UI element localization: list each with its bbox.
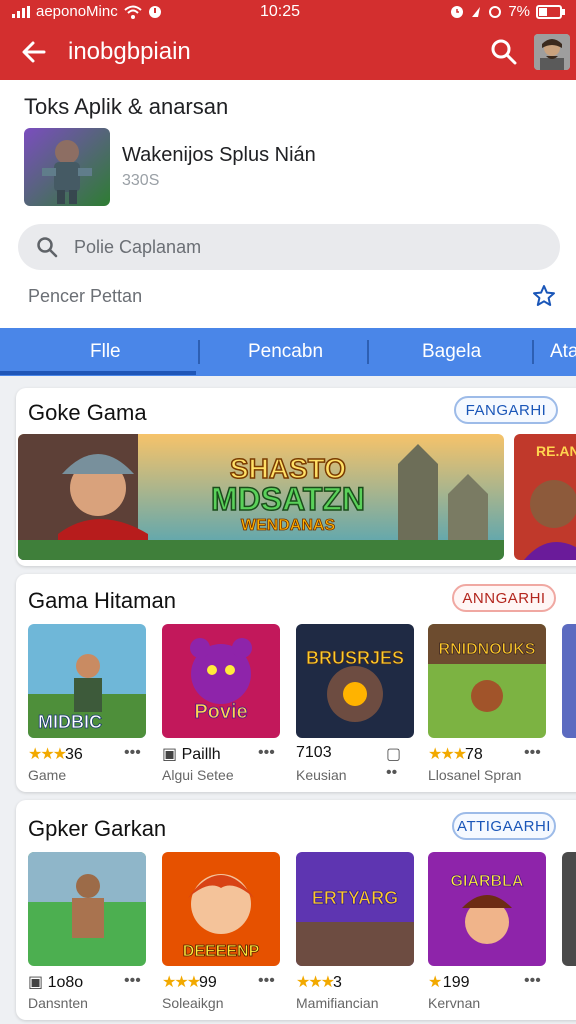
peek-label: RE.AN bbox=[536, 443, 576, 459]
sync-icon bbox=[148, 5, 161, 18]
alarm-icon bbox=[451, 5, 464, 18]
game-genre: Soleaikgn bbox=[162, 995, 224, 1011]
banner-title-line1: SHASTO bbox=[230, 453, 346, 484]
featured-games-card: Goke Gama FANGARHI SHASTO MDSATZN WENDAN… bbox=[16, 388, 576, 566]
search-bar[interactable] bbox=[18, 224, 560, 270]
status-bar: aeponoMinc 10:25 7% bbox=[0, 0, 576, 24]
more-options-icon[interactable]: ▢ •• bbox=[386, 744, 416, 782]
game-thumbnail: DEEEENP bbox=[162, 852, 280, 966]
filter-label[interactable]: Pencer Pettan bbox=[28, 286, 142, 307]
avatar[interactable] bbox=[534, 34, 570, 70]
tag-icon: ▣ bbox=[162, 746, 182, 763]
game-genre: Mamifiancian bbox=[296, 995, 379, 1011]
game-rating: ▣ Paillh bbox=[162, 746, 221, 763]
section-action-button[interactable]: ATTIGAARHI bbox=[452, 812, 556, 840]
stars-icon: ★★★ bbox=[428, 746, 467, 763]
game-rating: ★★★78 bbox=[428, 746, 483, 763]
search-icon bbox=[37, 237, 58, 258]
section-title: Goke Gama bbox=[28, 400, 147, 425]
search-input[interactable] bbox=[74, 232, 534, 262]
section-title: Gama Hitaman bbox=[28, 588, 176, 613]
location-icon bbox=[472, 6, 481, 17]
tab-divider bbox=[532, 340, 534, 364]
stars-icon: ★★★ bbox=[28, 746, 67, 763]
tag-icon: ▣ bbox=[28, 974, 48, 991]
tab-divider bbox=[367, 340, 369, 364]
game-genre: Dansnten bbox=[28, 995, 88, 1011]
tab-divider bbox=[198, 340, 200, 364]
thumb-label: Povie bbox=[194, 701, 247, 723]
thumb-label: ERTYARG bbox=[312, 888, 398, 908]
app-bar: inobgbpiain bbox=[0, 24, 576, 80]
battery-icon bbox=[536, 4, 565, 19]
game-thumbnail bbox=[562, 624, 576, 738]
more-options-icon[interactable]: ••• bbox=[258, 744, 275, 762]
app-icon[interactable] bbox=[24, 128, 110, 206]
stars-icon: ★★★ bbox=[162, 974, 201, 991]
tab-pencabn[interactable]: Pencabn bbox=[248, 341, 323, 363]
more-options-icon[interactable]: ••• bbox=[124, 972, 141, 990]
game-rating: ★★★3 bbox=[296, 974, 342, 991]
app-name: Wakenijos Splus Nián bbox=[122, 144, 316, 166]
more-options-icon[interactable]: ••• bbox=[524, 744, 541, 762]
section-action-button[interactable]: ANNGARHI bbox=[452, 584, 556, 612]
game-rating: ▣ 1o8o bbox=[28, 974, 84, 991]
page-title: inobgbpiain bbox=[68, 38, 191, 65]
featured-banner[interactable]: SHASTO MDSATZN WENDANAS bbox=[18, 434, 504, 560]
game-genre: Algui Setee bbox=[162, 767, 234, 783]
app-header-panel: Toks Aplik & anarsan Wakenijos Splus Niá… bbox=[0, 80, 576, 330]
game-genre: Kervnan bbox=[428, 995, 481, 1011]
thumb-label: DEEEENP bbox=[183, 943, 260, 960]
carrier-label: aeponoMinc bbox=[36, 3, 118, 20]
app-subtitle: 330S bbox=[122, 172, 160, 189]
game-genre: Llosanel Spran bbox=[428, 767, 522, 783]
signal-icon bbox=[12, 5, 30, 18]
banner-title-line3: WENDANAS bbox=[241, 517, 336, 534]
tab-bagela[interactable]: Bagela bbox=[422, 341, 481, 363]
section-heading: Toks Aplik & anarsan bbox=[24, 94, 229, 119]
more-options-icon[interactable]: ••• bbox=[124, 744, 141, 762]
game-thumbnail: MIDBIC bbox=[28, 624, 146, 738]
back-arrow-icon[interactable] bbox=[18, 36, 50, 68]
star-outline-icon[interactable] bbox=[532, 284, 556, 308]
game-thumbnail bbox=[28, 852, 146, 966]
game-thumbnail bbox=[562, 852, 576, 966]
thumb-label: BRUSRJES bbox=[306, 648, 404, 668]
wifi-icon bbox=[124, 5, 142, 19]
games-list-card-2: Gpker Garkan ATTIGAARHI ▣ 1o8o ••• Dansn… bbox=[16, 800, 576, 1020]
settings-icon bbox=[489, 5, 502, 18]
section-title: Gpker Garkan bbox=[28, 816, 167, 841]
thumb-label: GIARBLA bbox=[451, 873, 524, 890]
tab-ata[interactable]: Ata bbox=[550, 341, 576, 363]
section-action-button[interactable]: FANGARHI bbox=[454, 396, 558, 424]
games-list-card-1: Gama Hitaman ANNGARHI MIDBIC ★★★36 ••• G… bbox=[16, 574, 576, 792]
game-rating: ★ 199 bbox=[428, 974, 470, 991]
game-rating: ★★★99 bbox=[162, 974, 217, 991]
game-thumbnail: Povie bbox=[162, 624, 280, 738]
more-options-icon[interactable]: ••• bbox=[524, 972, 541, 990]
active-tab-indicator bbox=[0, 371, 196, 375]
game-genre: Keusian bbox=[296, 767, 347, 783]
more-options-icon[interactable]: ••• bbox=[258, 972, 275, 990]
game-genre: Game bbox=[28, 767, 67, 783]
tab-bar: Flle Pencabn Bagela Ata bbox=[0, 328, 576, 376]
stars-icon: ★★★ bbox=[296, 974, 335, 991]
banner-title-line2: MDSATZN bbox=[211, 481, 365, 517]
thumb-label: RNIDNOUKS bbox=[439, 641, 536, 658]
star-icon: ★ bbox=[428, 974, 443, 991]
clock: 10:25 bbox=[260, 3, 301, 20]
thumb-label: MIDBIC bbox=[38, 712, 102, 732]
game-rating: 7103 bbox=[296, 744, 332, 761]
game-thumbnail: BRUSRJES bbox=[296, 624, 414, 738]
search-icon[interactable] bbox=[490, 38, 518, 66]
featured-banner-peek[interactable]: RE.AN bbox=[514, 434, 576, 560]
game-rating: ★★★36 bbox=[28, 746, 83, 763]
game-thumbnail: GIARBLA bbox=[428, 852, 546, 966]
battery-percent: 7% bbox=[508, 3, 530, 20]
tab-file[interactable]: Flle bbox=[90, 341, 121, 363]
game-thumbnail: RNIDNOUKS bbox=[428, 624, 546, 738]
game-thumbnail: ERTYARG bbox=[296, 852, 414, 966]
